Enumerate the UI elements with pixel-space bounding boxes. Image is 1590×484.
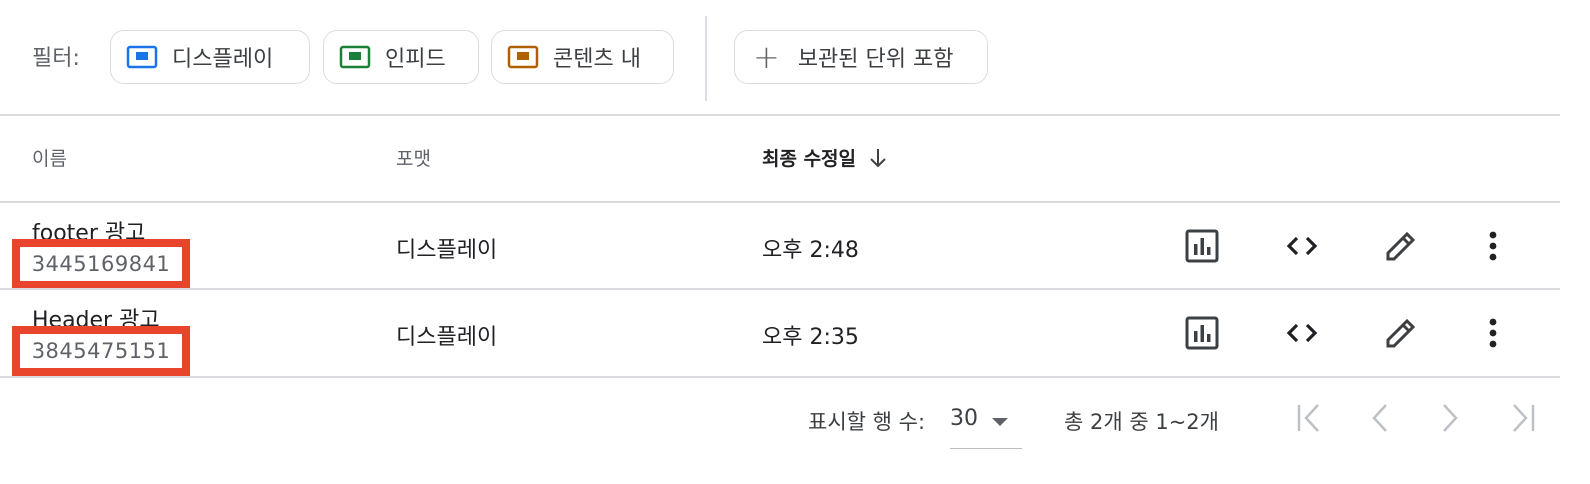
display-ad-icon — [126, 45, 158, 69]
rows-per-page-label: 표시할 행 수: — [808, 410, 926, 434]
bar-chart-icon — [1184, 228, 1220, 264]
column-header-modified[interactable]: 최종 수정일 — [762, 144, 890, 171]
edit-pencil-icon — [1383, 228, 1419, 264]
get-code-button[interactable] — [1282, 226, 1322, 266]
prev-page-icon — [1362, 400, 1398, 436]
filter-chip-infeed[interactable]: 인피드 — [323, 30, 479, 84]
column-header-name[interactable]: 이름 — [32, 144, 67, 171]
table-row[interactable]: footer 광고 3445169841 디스플레이 오후 2:48 — [0, 202, 1560, 289]
pagination-range: 총 2개 중 1~2개 — [1064, 410, 1219, 434]
next-page-icon — [1432, 400, 1468, 436]
filter-chip-display[interactable]: 디스플레이 — [110, 30, 310, 84]
include-archived-label: 보관된 단위 포함 — [797, 47, 954, 72]
column-header-modified-label: 최종 수정일 — [762, 148, 857, 170]
report-button[interactable] — [1182, 313, 1222, 353]
more-options-button[interactable] — [1473, 226, 1513, 266]
edit-pencil-icon — [1383, 315, 1419, 351]
prev-page-button[interactable] — [1362, 400, 1398, 436]
ad-unit-modified: 오후 2:48 — [762, 238, 859, 263]
ad-unit-id: 3845475151 — [12, 326, 190, 376]
column-header-format[interactable]: 포맷 — [396, 144, 431, 171]
first-page-button[interactable] — [1292, 400, 1328, 436]
bar-chart-icon — [1184, 315, 1220, 351]
divider — [0, 114, 1560, 116]
filter-chip-label: 디스플레이 — [172, 47, 274, 72]
edit-button[interactable] — [1381, 313, 1421, 353]
filter-label: 필터: — [32, 46, 80, 71]
ad-unit-id: 3445169841 — [12, 239, 190, 289]
divider — [0, 376, 1560, 378]
filter-divider — [705, 16, 707, 101]
ad-unit-format: 디스플레이 — [396, 238, 498, 263]
next-page-button[interactable] — [1432, 400, 1468, 436]
ad-units-page: 필터: 디스플레이 인피드 콘텐츠 내 + 보관된 단위 포함 이름 포맷 최종… — [0, 0, 1590, 484]
rows-per-page-select[interactable]: 30 — [950, 396, 1022, 449]
ad-unit-format: 디스플레이 — [396, 325, 498, 350]
more-vert-icon — [1475, 228, 1511, 264]
more-vert-icon — [1475, 315, 1511, 351]
plus-icon: + — [753, 38, 780, 76]
more-options-button[interactable] — [1473, 313, 1513, 353]
edit-button[interactable] — [1381, 226, 1421, 266]
filter-chip-label: 콘텐츠 내 — [553, 47, 641, 72]
last-page-icon — [1504, 400, 1540, 436]
last-page-button[interactable] — [1504, 400, 1540, 436]
first-page-icon — [1292, 400, 1328, 436]
rows-per-page-value: 30 — [950, 406, 978, 431]
code-icon — [1284, 228, 1320, 264]
dropdown-caret-icon — [992, 418, 1008, 426]
infeed-ad-icon — [339, 45, 371, 69]
get-code-button[interactable] — [1282, 313, 1322, 353]
filter-bar: 필터: 디스플레이 인피드 콘텐츠 내 + 보관된 단위 포함 — [0, 0, 1590, 115]
incontent-ad-icon — [507, 45, 539, 69]
include-archived-button[interactable]: + 보관된 단위 포함 — [734, 30, 988, 84]
table-row[interactable]: Header 광고 3845475151 디스플레이 오후 2:35 — [0, 289, 1560, 376]
report-button[interactable] — [1182, 226, 1222, 266]
code-icon — [1284, 315, 1320, 351]
filter-chip-label: 인피드 — [385, 47, 446, 72]
ad-unit-modified: 오후 2:35 — [762, 325, 859, 350]
filter-chip-incontent[interactable]: 콘텐츠 내 — [491, 30, 674, 84]
arrow-down-icon — [856, 146, 890, 170]
